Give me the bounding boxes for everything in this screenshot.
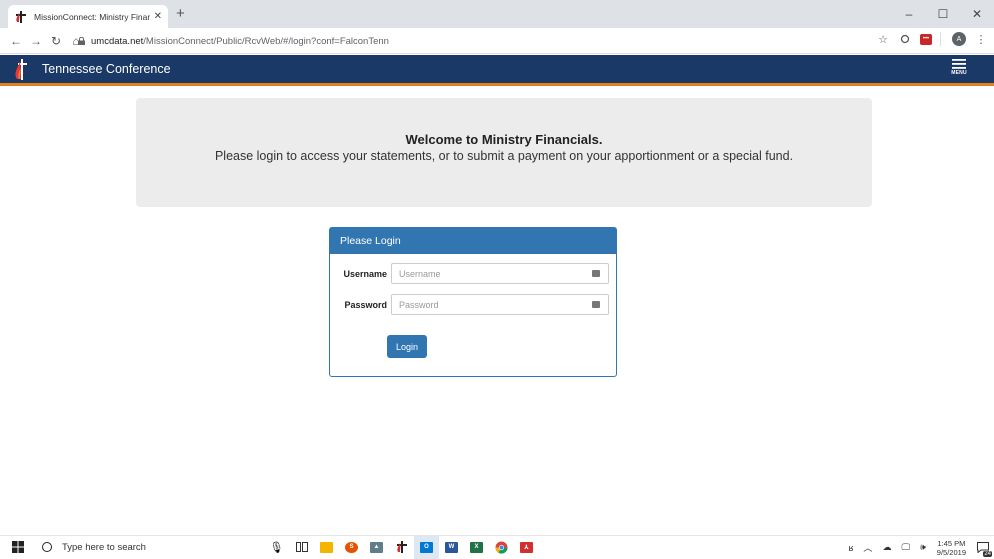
- show-hidden-icons-chevron-icon[interactable]: ︿: [858, 541, 877, 554]
- tab-close-icon[interactable]: ✕: [154, 11, 162, 22]
- onedrive-icon[interactable]: ▲: [364, 536, 389, 559]
- profile-avatar[interactable]: A: [952, 32, 966, 46]
- back-button[interactable]: ←: [6, 34, 26, 48]
- system-tray: ʁ ︿ ☁ 🖵 🕪 1:45 PM 9/5/2019 24: [844, 536, 994, 559]
- address-bar[interactable]: umcdata.net/MissionConnect/Public/RcvWeb…: [78, 31, 918, 51]
- browser-tab-active[interactable]: MissionConnect: Ministry Financ ✕: [8, 5, 168, 28]
- app-header: Tennessee Conference MENU: [0, 55, 994, 86]
- browser-toolbar: ← → ↻ ⌂ umcdata.net/MissionConnect/Publi…: [0, 28, 994, 54]
- file-explorer-icon[interactable]: [314, 536, 339, 559]
- welcome-title: Welcome to Ministry Financials.: [405, 132, 603, 147]
- cortana-circle-icon: [42, 542, 52, 552]
- maximize-button[interactable]: ☐: [926, 0, 960, 28]
- hamburger-icon: [952, 59, 966, 69]
- more-menu-icon[interactable]: ⋮: [974, 32, 988, 46]
- password-label: Password: [344, 299, 387, 310]
- new-tab-button[interactable]: +: [176, 5, 185, 22]
- acrobat-icon[interactable]: ⅄: [514, 536, 539, 559]
- clock-time: 1:45 PM: [937, 538, 966, 548]
- snagit-icon[interactable]: S: [339, 536, 364, 559]
- browser-tabstrip: MissionConnect: Ministry Financ ✕ + – ☐ …: [0, 0, 994, 28]
- task-view-icon[interactable]: [289, 536, 314, 559]
- forward-button[interactable]: →: [26, 34, 46, 48]
- windows-taskbar: Type here to search 🎙 S ▲ O W X ⅄ ʁ ︿ ☁ …: [0, 535, 994, 559]
- window-controls: – ☐ ✕: [892, 0, 994, 28]
- autofill-key-icon[interactable]: [592, 270, 600, 277]
- login-panel: Please Login Username Password Login: [329, 227, 617, 377]
- close-window-button[interactable]: ✕: [960, 0, 994, 28]
- password-row: Password: [330, 294, 616, 315]
- outlook-icon[interactable]: O: [414, 535, 439, 559]
- url-host: umcdata.net: [91, 35, 144, 47]
- app-title: Tennessee Conference: [42, 62, 171, 76]
- onedrive-cloud-icon[interactable]: ☁: [877, 542, 896, 553]
- volume-icon[interactable]: 🕪: [915, 542, 931, 553]
- network-icon[interactable]: 🖵: [896, 542, 915, 553]
- taskbar-clock[interactable]: 1:45 PM 9/5/2019: [931, 539, 972, 557]
- chrome-icon[interactable]: [489, 536, 514, 559]
- menu-button[interactable]: MENU: [951, 59, 967, 76]
- cross-flame-logo-icon: [15, 59, 27, 80]
- taskbar-search-placeholder: Type here to search: [62, 541, 146, 553]
- toolbar-right: ☆ ••• A ⋮: [876, 32, 988, 46]
- menu-label: MENU: [951, 70, 967, 76]
- welcome-panel: Welcome to Ministry Financials. Please l…: [136, 98, 872, 207]
- microphone-icon[interactable]: 🎙: [264, 536, 289, 559]
- bookmark-star-icon[interactable]: ☆: [876, 32, 890, 46]
- login-button[interactable]: Login: [387, 335, 427, 358]
- welcome-message: Please login to access your statements, …: [214, 149, 794, 163]
- word-icon[interactable]: W: [439, 536, 464, 559]
- umc-cross-flame-icon: [16, 10, 26, 23]
- clock-date: 9/5/2019: [936, 547, 966, 557]
- tab-title: MissionConnect: Ministry Financ: [34, 11, 150, 22]
- windows-logo-icon: [12, 541, 24, 553]
- username-label: Username: [343, 268, 387, 279]
- missionconnect-icon[interactable]: [389, 536, 414, 559]
- toolbar-divider: [940, 32, 944, 46]
- people-icon[interactable]: ʁ: [844, 543, 859, 553]
- extension-red-icon[interactable]: •••: [920, 33, 932, 45]
- action-center-icon[interactable]: 24: [972, 536, 994, 559]
- taskbar-search[interactable]: Type here to search: [36, 536, 216, 559]
- start-button[interactable]: [0, 536, 36, 559]
- excel-icon[interactable]: X: [464, 536, 489, 559]
- login-heading: Please Login: [330, 228, 616, 254]
- lock-icon: [78, 37, 85, 45]
- username-row: Username: [330, 263, 616, 284]
- notification-count-badge: 24: [983, 551, 992, 557]
- url-path: /MissionConnect/Public/RcvWeb/#/login?co…: [143, 35, 389, 47]
- username-input[interactable]: [391, 263, 609, 284]
- password-input[interactable]: [391, 294, 609, 315]
- minimize-button[interactable]: –: [892, 0, 926, 28]
- extension-circle-icon[interactable]: [898, 32, 912, 46]
- reload-button[interactable]: ↻: [46, 34, 66, 48]
- autofill-key-icon[interactable]: [592, 301, 600, 308]
